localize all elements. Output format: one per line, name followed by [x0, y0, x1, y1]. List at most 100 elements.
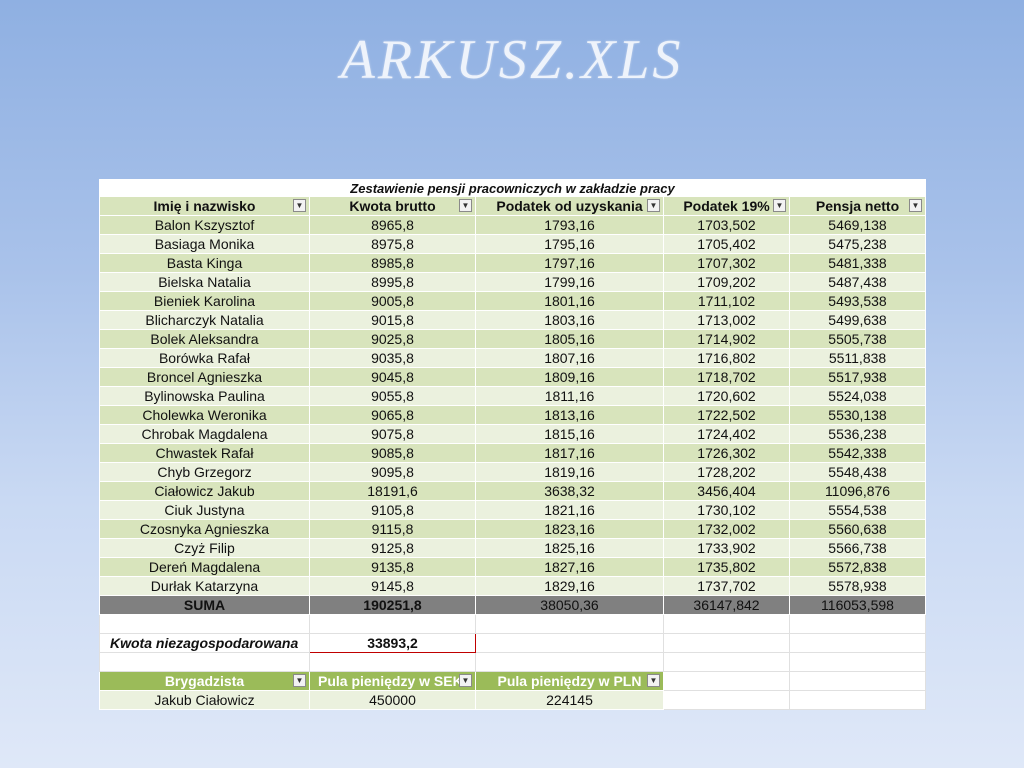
value-cell[interactable]: 1795,16 [475, 234, 664, 254]
value-cell[interactable]: 3638,32 [475, 481, 664, 501]
value-cell[interactable]: 1737,702 [663, 576, 790, 596]
sum-cell[interactable]: 36147,842 [663, 595, 790, 615]
value-cell[interactable]: 9085,8 [309, 443, 476, 463]
empty-cell[interactable] [309, 614, 476, 634]
value-cell[interactable]: 1720,602 [663, 386, 790, 406]
value-cell[interactable]: 8985,8 [309, 253, 476, 273]
employee-name-cell[interactable]: Blicharczyk Natalia [99, 310, 310, 330]
value-cell[interactable]: 5517,938 [788, 367, 927, 387]
empty-cell[interactable] [475, 614, 664, 634]
employee-name-cell[interactable]: Durłak Katarzyna [99, 576, 310, 596]
value-cell[interactable]: 8965,8 [309, 215, 476, 235]
header-gross[interactable]: Kwota brutto ▼ [309, 196, 476, 216]
employee-name-cell[interactable]: Basta Kinga [99, 253, 310, 273]
value-cell[interactable]: 1728,202 [663, 462, 790, 482]
pool-sek[interactable]: 450000 [309, 690, 476, 710]
value-cell[interactable]: 5493,538 [788, 291, 927, 311]
empty-cell[interactable] [663, 633, 790, 653]
dropdown-arrow-icon[interactable]: ▼ [647, 674, 660, 687]
value-cell[interactable]: 9035,8 [309, 348, 476, 368]
value-cell[interactable]: 5554,538 [788, 500, 927, 520]
value-cell[interactable]: 1714,902 [663, 329, 790, 349]
value-cell[interactable]: 5530,138 [788, 405, 927, 425]
value-cell[interactable]: 9055,8 [309, 386, 476, 406]
empty-cell[interactable] [788, 671, 927, 691]
value-cell[interactable]: 5572,838 [788, 557, 927, 577]
value-cell[interactable]: 1703,502 [663, 215, 790, 235]
pool-pln[interactable]: 224145 [475, 690, 664, 710]
value-cell[interactable]: 5487,438 [788, 272, 927, 292]
value-cell[interactable]: 9125,8 [309, 538, 476, 558]
value-cell[interactable]: 1705,402 [663, 234, 790, 254]
header-net[interactable]: Pensja netto ▼ [788, 196, 927, 216]
empty-cell[interactable] [309, 652, 476, 672]
foreman-name[interactable]: Jakub Ciałowicz [99, 690, 310, 710]
value-cell[interactable]: 9105,8 [309, 500, 476, 520]
employee-name-cell[interactable]: Bylinowska Paulina [99, 386, 310, 406]
value-cell[interactable]: 1793,16 [475, 215, 664, 235]
empty-cell[interactable] [99, 614, 310, 634]
unallocated-value[interactable]: 33893,2 [309, 633, 476, 653]
empty-cell[interactable] [788, 652, 927, 672]
empty-cell[interactable] [99, 652, 310, 672]
value-cell[interactable]: 1827,16 [475, 557, 664, 577]
value-cell[interactable]: 9065,8 [309, 405, 476, 425]
empty-cell[interactable] [663, 671, 790, 691]
value-cell[interactable]: 1801,16 [475, 291, 664, 311]
employee-name-cell[interactable]: Czosnyka Agnieszka [99, 519, 310, 539]
employee-name-cell[interactable]: Bolek Aleksandra [99, 329, 310, 349]
unallocated-label[interactable]: Kwota niezagospodarowana [99, 633, 310, 653]
value-cell[interactable]: 1815,16 [475, 424, 664, 444]
empty-cell[interactable] [788, 614, 927, 634]
value-cell[interactable]: 5481,338 [788, 253, 927, 273]
employee-name-cell[interactable]: Bieniek Karolina [99, 291, 310, 311]
value-cell[interactable]: 1829,16 [475, 576, 664, 596]
value-cell[interactable]: 5578,938 [788, 576, 927, 596]
header-name[interactable]: Imię i nazwisko ▼ [99, 196, 310, 216]
value-cell[interactable]: 1724,402 [663, 424, 790, 444]
value-cell[interactable]: 1825,16 [475, 538, 664, 558]
value-cell[interactable]: 5560,638 [788, 519, 927, 539]
employee-name-cell[interactable]: Ciałowicz Jakub [99, 481, 310, 501]
value-cell[interactable]: 1819,16 [475, 462, 664, 482]
value-cell[interactable]: 9075,8 [309, 424, 476, 444]
employee-name-cell[interactable]: Czyż Filip [99, 538, 310, 558]
dropdown-arrow-icon[interactable]: ▼ [647, 199, 660, 212]
employee-name-cell[interactable]: Borówka Rafał [99, 348, 310, 368]
value-cell[interactable]: 5524,038 [788, 386, 927, 406]
employee-name-cell[interactable]: Chrobak Magdalena [99, 424, 310, 444]
dropdown-arrow-icon[interactable]: ▼ [459, 199, 472, 212]
value-cell[interactable]: 5536,238 [788, 424, 927, 444]
value-cell[interactable]: 1735,802 [663, 557, 790, 577]
value-cell[interactable]: 5542,338 [788, 443, 927, 463]
value-cell[interactable]: 1821,16 [475, 500, 664, 520]
value-cell[interactable]: 1722,502 [663, 405, 790, 425]
value-cell[interactable]: 1823,16 [475, 519, 664, 539]
dropdown-arrow-icon[interactable]: ▼ [293, 199, 306, 212]
employee-name-cell[interactable]: Chwastek Rafał [99, 443, 310, 463]
dropdown-arrow-icon[interactable]: ▼ [459, 674, 472, 687]
value-cell[interactable]: 5469,138 [788, 215, 927, 235]
sum-cell[interactable]: 190251,8 [309, 595, 476, 615]
value-cell[interactable]: 9145,8 [309, 576, 476, 596]
dropdown-arrow-icon[interactable]: ▼ [773, 199, 786, 212]
employee-name-cell[interactable]: Dereń Magdalena [99, 557, 310, 577]
value-cell[interactable]: 18191,6 [309, 481, 476, 501]
value-cell[interactable]: 1809,16 [475, 367, 664, 387]
value-cell[interactable]: 8995,8 [309, 272, 476, 292]
header-pool-sek[interactable]: Pula pieniędzy w SEK ▼ [309, 671, 476, 691]
value-cell[interactable]: 5475,238 [788, 234, 927, 254]
employee-name-cell[interactable]: Bielska Natalia [99, 272, 310, 292]
empty-cell[interactable] [788, 633, 927, 653]
employee-name-cell[interactable]: Chyb Grzegorz [99, 462, 310, 482]
sum-cell[interactable]: 116053,598 [788, 595, 927, 615]
value-cell[interactable]: 9025,8 [309, 329, 476, 349]
header-pool-pln[interactable]: Pula pieniędzy w PLN ▼ [475, 671, 664, 691]
sum-cell[interactable]: 38050,36 [475, 595, 664, 615]
header-income-tax[interactable]: Podatek od uzyskania ▼ [475, 196, 664, 216]
value-cell[interactable]: 1803,16 [475, 310, 664, 330]
value-cell[interactable]: 11096,876 [788, 481, 927, 501]
value-cell[interactable]: 5499,638 [788, 310, 927, 330]
value-cell[interactable]: 3456,404 [663, 481, 790, 501]
employee-name-cell[interactable]: Balon Kszysztof [99, 215, 310, 235]
